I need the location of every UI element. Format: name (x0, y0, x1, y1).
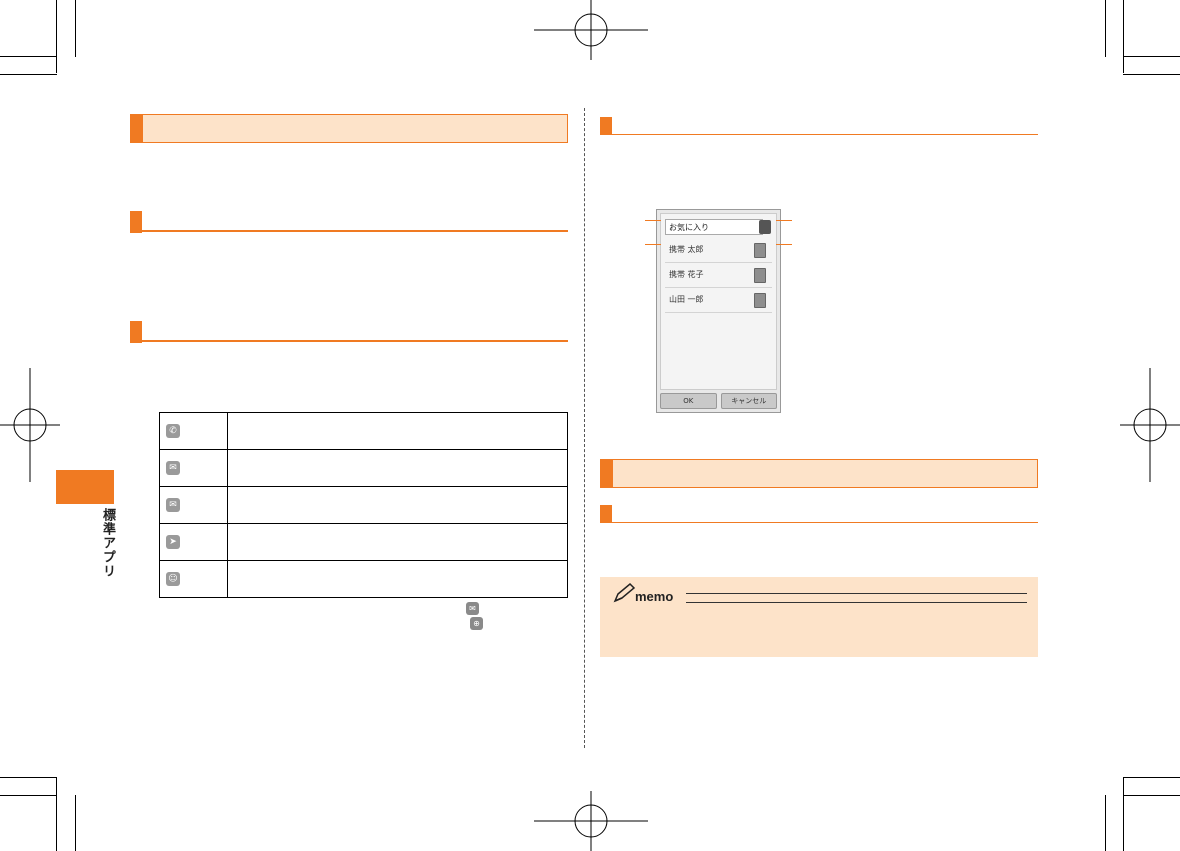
contact-name: 携帯 花子 (669, 270, 704, 279)
registration-mark (0, 368, 60, 482)
crop-mark (1123, 795, 1180, 796)
registration-mark (534, 791, 648, 851)
crop-mark (0, 795, 56, 796)
contact-list: お気に入り 携帯 太郎 携帯 花子 山田 一郎 (660, 213, 777, 390)
list-item[interactable]: 携帯 花子 (665, 263, 772, 288)
twitter-icon: ➤ (166, 535, 180, 549)
table-row: ✉ (159, 449, 568, 487)
registration-mark (534, 0, 648, 60)
subsection-heading (600, 505, 1038, 523)
pencil-icon (613, 582, 636, 603)
ok-button[interactable]: OK (660, 393, 717, 409)
crop-mark (75, 795, 76, 851)
crop-mark (75, 0, 76, 57)
crop-mark (1123, 777, 1180, 778)
subsection-heading (600, 117, 1038, 135)
list-item[interactable]: 山田 一郎 (665, 288, 772, 313)
chapter-tab (56, 470, 114, 504)
crop-mark (1123, 56, 1180, 57)
crop-mark (1123, 0, 1124, 73)
memo-title: memo (635, 589, 674, 604)
section-heading-band (130, 114, 568, 143)
callout-line (776, 220, 792, 221)
table-row: ➤ (159, 523, 568, 561)
sms-icon: ✉ (466, 602, 479, 615)
contact-detail-button[interactable] (754, 293, 766, 308)
sms-icon: ✉ (166, 461, 180, 475)
registration-mark (1120, 368, 1180, 482)
crop-mark (1105, 0, 1106, 57)
crop-mark (1123, 778, 1124, 851)
close-button[interactable] (759, 220, 771, 234)
table-row: ✉ (159, 486, 568, 524)
crop-mark (56, 778, 57, 851)
section-heading-band (600, 459, 1038, 488)
callout-line (776, 244, 792, 245)
subsection-heading (130, 211, 568, 233)
contact-name: 携帯 太郎 (669, 245, 704, 254)
cancel-button[interactable]: キャンセル (720, 393, 777, 409)
contact-name: 山田 一郎 (669, 295, 704, 304)
subsection-heading (130, 321, 568, 343)
contact-detail-button[interactable] (754, 243, 766, 258)
crop-mark (0, 56, 56, 57)
favorites-field[interactable]: お気に入り (665, 219, 763, 235)
crop-mark (1105, 795, 1106, 851)
contact-detail-button[interactable] (754, 268, 766, 283)
list-item[interactable]: 携帯 太郎 (665, 238, 772, 263)
phone-icon: ✆ (166, 424, 180, 438)
callout-line (645, 244, 661, 245)
table-row: ✆ (159, 412, 568, 450)
crop-mark (0, 777, 57, 778)
email-icon: ✉ (166, 498, 180, 512)
callout-line (645, 220, 661, 221)
crop-mark (1123, 74, 1180, 75)
crop-mark (56, 0, 57, 73)
icon-table: ✆ ✉ ✉ ➤ ☺ (159, 412, 568, 598)
memo-box: memo (600, 577, 1038, 657)
globe-icon: ⊕ (470, 617, 483, 630)
chapter-tab-label: 標準アプリ (100, 508, 115, 578)
phone-screenshot: お気に入り 携帯 太郎 携帯 花子 山田 一郎 OK キャンセル (656, 209, 781, 413)
table-row: ☺ (159, 560, 568, 598)
message-bubble-icon: ☺ (166, 572, 180, 586)
crop-mark (0, 74, 57, 75)
column-divider (584, 108, 585, 748)
